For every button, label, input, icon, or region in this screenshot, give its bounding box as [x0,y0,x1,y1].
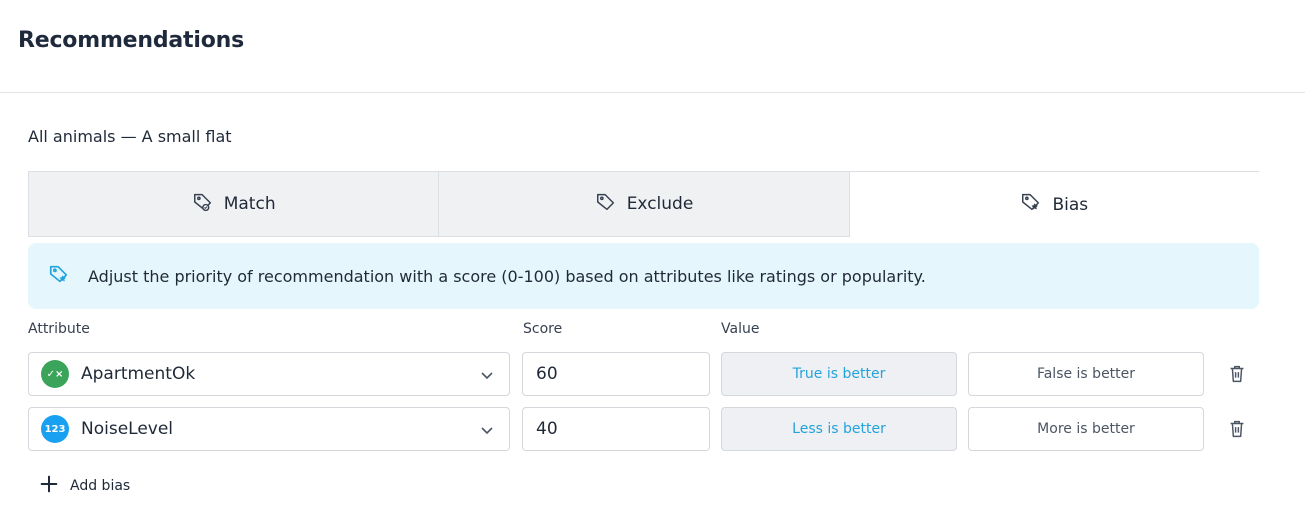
true-is-better-button[interactable]: True is better [721,352,957,396]
info-text: Adjust the priority of recommendation wi… [88,266,926,286]
attribute-select[interactable]: 123 NoiseLevel [28,407,510,451]
column-label-value: Value [721,321,760,337]
chevron-down-icon [479,422,495,438]
context-subtitle: All animals — A small flat [28,127,232,146]
tab-match[interactable]: Match [28,171,440,237]
score-input[interactable] [522,407,710,451]
plus-icon [38,473,60,499]
tag-star-icon [1020,191,1042,218]
info-banner: Adjust the priority of recommendation wi… [28,243,1259,309]
attribute-name: NoiseLevel [81,419,174,439]
add-bias-label: Add bias [70,478,131,494]
tag-check-icon [192,191,214,218]
more-is-better-button[interactable]: More is better [968,407,1204,451]
score-input[interactable] [522,352,710,396]
tab-bias[interactable]: Bias [849,171,1259,237]
column-label-score: Score [523,321,563,337]
tab-label: Match [223,194,276,214]
less-is-better-button[interactable]: Less is better [721,407,957,451]
trash-icon[interactable] [1226,363,1248,385]
tab-exclude[interactable]: Exclude [439,171,850,237]
tab-label: Exclude [626,194,694,214]
tab-label: Bias [1052,194,1089,215]
trash-icon[interactable] [1226,418,1248,440]
bias-row: ✓× ApartmentOk True is better False is b… [28,352,1268,396]
boolean-type-icon: ✓× [41,360,69,388]
tab-bar: Match Exclude Bias [28,171,1259,237]
column-label-attribute: Attribute [28,321,90,337]
attribute-name: ApartmentOk [81,364,196,384]
tag-star-icon [48,263,70,289]
attribute-select[interactable]: ✓× ApartmentOk [28,352,510,396]
bias-row: 123 NoiseLevel Less is better More is be… [28,407,1268,451]
false-is-better-button[interactable]: False is better [968,352,1204,396]
tag-icon [595,191,617,218]
page-header: Recommendations [0,0,1305,93]
page-title: Recommendations [18,28,244,53]
chevron-down-icon [479,367,495,383]
number-type-icon: 123 [41,415,69,443]
add-bias-button[interactable]: Add bias [38,473,130,499]
